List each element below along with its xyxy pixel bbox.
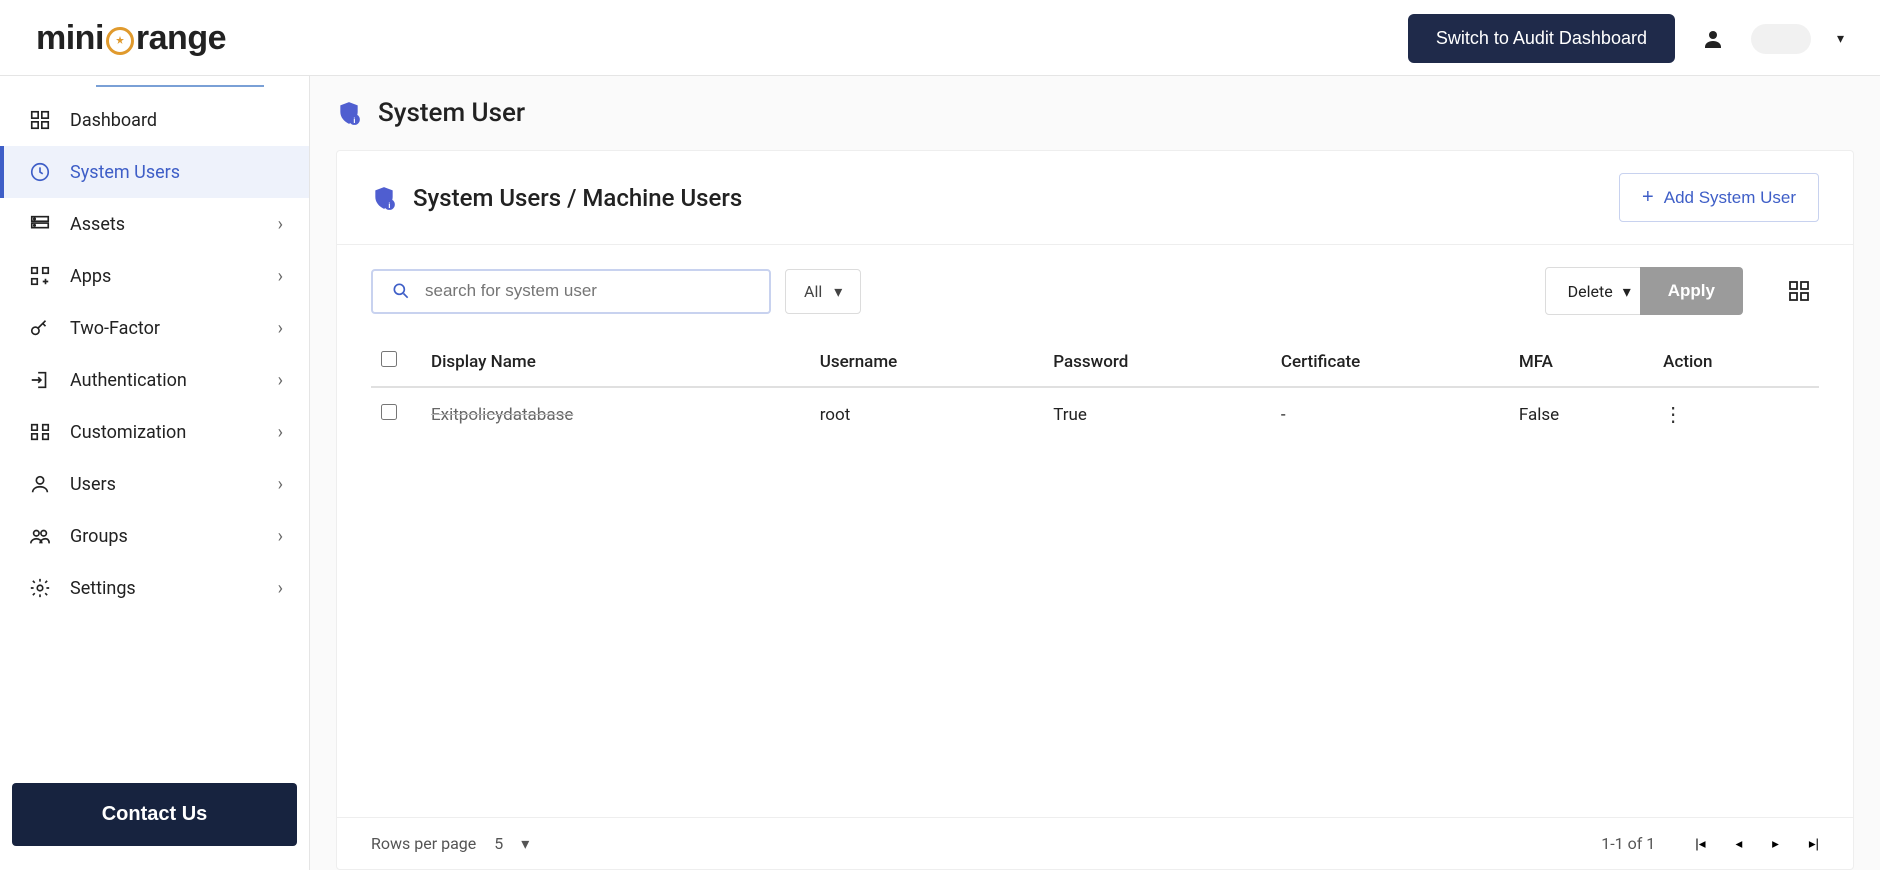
row-display-name-link[interactable]: Exitpolicydatabase — [431, 405, 573, 425]
page-title: System User — [378, 98, 525, 128]
sidebar-item-label: Groups — [70, 526, 128, 547]
sidebar-item-label: Settings — [70, 578, 136, 599]
card-title: System Users / Machine Users — [413, 184, 742, 212]
caret-down-icon: ▾ — [1623, 282, 1631, 301]
caret-down-icon[interactable]: ▾ — [521, 834, 529, 853]
grid-view-button[interactable] — [1779, 271, 1819, 311]
system-user-icon — [28, 160, 52, 184]
sidebar-item-label: Dashboard — [70, 110, 157, 131]
profile-caret-icon[interactable]: ▾ — [1837, 31, 1844, 47]
login-icon — [28, 368, 52, 392]
select-all-checkbox[interactable] — [381, 351, 397, 367]
key-icon — [28, 316, 52, 340]
row-password: True — [1043, 387, 1271, 441]
sidebar-item-label: Two-Factor — [70, 318, 160, 339]
logo: mini range — [36, 19, 226, 58]
rows-per-page-value: 5 — [494, 834, 503, 853]
search-wrapper — [371, 269, 771, 314]
col-username: Username — [810, 337, 1043, 387]
table-row: Exitpolicydatabase root True - False ⋮ — [371, 387, 1819, 441]
sidebar-item-label: Assets — [70, 214, 125, 235]
apply-button[interactable]: Apply — [1640, 267, 1743, 315]
chevron-right-icon: › — [278, 422, 283, 443]
shield-icon: i — [371, 185, 397, 211]
logo-text-b: range — [136, 19, 226, 58]
sidebar-item-label: Customization — [70, 422, 186, 443]
col-action: Action — [1653, 337, 1819, 387]
col-certificate: Certificate — [1271, 337, 1509, 387]
sidebar-item-authentication[interactable]: Authentication › — [0, 354, 309, 406]
chevron-right-icon: › — [278, 214, 283, 235]
sidebar-item-label: Authentication — [70, 370, 187, 391]
filter-dropdown[interactable]: All ▾ — [785, 269, 861, 314]
sidebar-item-label: System Users — [70, 162, 180, 183]
logo-text-a: mini — [36, 19, 104, 58]
chevron-right-icon: › — [278, 526, 283, 547]
sidebar-item-apps[interactable]: Apps › — [0, 250, 309, 302]
row-mfa: False — [1509, 387, 1653, 441]
bulk-action-select[interactable]: Delete ▾ — [1545, 267, 1654, 315]
search-input[interactable] — [425, 281, 751, 301]
sidebar-item-system-users[interactable]: System Users — [0, 146, 309, 198]
topbar: mini range Switch to Audit Dashboard ▾ — [0, 0, 1880, 76]
sidebar-item-dashboard[interactable]: Dashboard — [0, 94, 309, 146]
pager-range: 1-1 of 1 — [1601, 834, 1655, 853]
sidebar-item-customization[interactable]: Customization › — [0, 406, 309, 458]
sidebar-item-groups[interactable]: Groups › — [0, 510, 309, 562]
add-button-label: Add System User — [1664, 188, 1796, 208]
sidebar: Dashboard System Users Assets › Apps › — [0, 76, 310, 870]
sidebar-item-settings[interactable]: Settings › — [0, 562, 309, 614]
logo-o-icon — [106, 27, 134, 55]
pager-last-button[interactable]: ▸| — [1809, 836, 1819, 852]
shield-icon: i — [336, 100, 362, 126]
col-password: Password — [1043, 337, 1271, 387]
pager-first-button[interactable]: |◂ — [1695, 836, 1705, 852]
rows-per-page-label: Rows per page — [371, 834, 476, 853]
sidebar-item-assets[interactable]: Assets › — [0, 198, 309, 250]
card-system-users: i System Users / Machine Users + Add Sys… — [336, 150, 1854, 870]
row-username: root — [810, 387, 1043, 441]
chevron-right-icon: › — [278, 318, 283, 339]
gear-icon — [28, 576, 52, 600]
search-icon — [391, 281, 411, 301]
row-checkbox[interactable] — [381, 404, 397, 420]
dashboard-icon — [28, 108, 52, 132]
system-users-table: Display Name Username Password Certifica… — [371, 337, 1819, 441]
assets-icon — [28, 212, 52, 236]
user-outline-icon — [28, 472, 52, 496]
row-certificate: - — [1271, 387, 1509, 441]
pager-next-button[interactable]: ▸ — [1772, 836, 1779, 852]
main-content: i System User i System Users / Machine U… — [310, 76, 1880, 870]
contact-us-button[interactable]: Contact Us — [12, 783, 297, 846]
user-icon[interactable] — [1701, 27, 1725, 51]
chevron-right-icon: › — [278, 578, 283, 599]
pager: Rows per page 5 ▾ 1-1 of 1 |◂ ◂ ▸ ▸| — [337, 817, 1853, 869]
chevron-right-icon: › — [278, 474, 283, 495]
row-actions-button[interactable]: ⋮ — [1663, 402, 1683, 427]
bulk-action-value: Delete — [1568, 282, 1613, 301]
plus-icon: + — [1642, 186, 1654, 209]
chevron-right-icon: › — [278, 266, 283, 287]
col-display-name: Display Name — [421, 337, 810, 387]
chevron-right-icon: › — [278, 370, 283, 391]
sidebar-item-two-factor[interactable]: Two-Factor › — [0, 302, 309, 354]
filter-dropdown-value: All — [804, 282, 822, 301]
svg-text:i: i — [353, 116, 355, 125]
col-mfa: MFA — [1509, 337, 1653, 387]
add-system-user-button[interactable]: + Add System User — [1619, 173, 1819, 222]
profile-pill[interactable] — [1751, 24, 1811, 54]
groups-icon — [28, 524, 52, 548]
apps-icon — [28, 264, 52, 288]
sidebar-item-label: Users — [70, 474, 116, 495]
switch-dashboard-button[interactable]: Switch to Audit Dashboard — [1408, 14, 1675, 63]
svg-text:i: i — [388, 200, 390, 209]
caret-down-icon: ▾ — [834, 282, 842, 301]
sliders-icon — [28, 420, 52, 444]
pager-prev-button[interactable]: ◂ — [1735, 836, 1742, 852]
sidebar-item-label: Apps — [70, 266, 111, 287]
sidebar-item-users[interactable]: Users › — [0, 458, 309, 510]
